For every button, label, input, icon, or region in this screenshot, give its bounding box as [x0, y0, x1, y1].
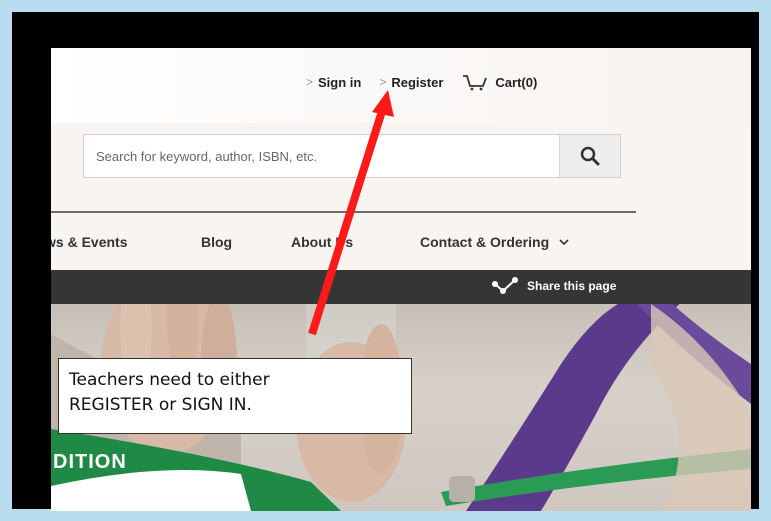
account-links: > Sign in > Register Cart(0): [306, 73, 555, 91]
search-box: [83, 134, 621, 178]
chevron-right-icon: >: [379, 75, 387, 89]
register-label: Register: [391, 74, 444, 90]
nav-item-contact-ordering[interactable]: Contact & Ordering: [420, 234, 570, 250]
register-link[interactable]: > Register: [379, 75, 443, 90]
sign-in-link[interactable]: > Sign in: [306, 75, 361, 90]
share-icon: [492, 277, 518, 294]
screenshot-frame: > Sign in > Register Cart(0) Search for …: [12, 12, 759, 511]
top-bar: > Sign in > Register Cart(0): [51, 48, 751, 123]
annotation-line-2: REGISTER or SIGN IN.: [69, 395, 252, 415]
sign-in-label: Sign in: [318, 74, 362, 90]
nav-item-blog[interactable]: Blog: [201, 234, 232, 250]
chevron-right-icon: >: [306, 75, 314, 89]
nav-item-news-events[interactable]: ws & Events: [51, 234, 127, 250]
nav-item-contact-ordering-label: Contact & Ordering: [420, 234, 550, 250]
cart-link[interactable]: Cart(0): [461, 73, 537, 91]
search-input[interactable]: [84, 135, 562, 177]
annotation-line-1: Teachers need to either: [69, 370, 270, 390]
main-nav: ws & Events Blog About Us Contact & Orde…: [51, 232, 751, 256]
search-button[interactable]: [559, 135, 620, 177]
share-label: Share this page: [527, 279, 617, 293]
cart-label: Cart(0): [495, 74, 538, 90]
share-bar: Share this page: [51, 270, 751, 304]
website-screen: > Sign in > Register Cart(0) Search for …: [51, 48, 751, 511]
header-divider: [51, 211, 636, 213]
chevron-down-icon: [559, 239, 569, 246]
annotation-callout: Teachers need to either REGISTER or SIGN…: [58, 358, 412, 434]
search-icon: [580, 146, 600, 166]
cart-icon: [463, 75, 488, 91]
nav-item-about-us[interactable]: About Us: [291, 234, 353, 250]
share-this-page-link[interactable]: Share this page: [491, 276, 616, 296]
hero-edition-text: DITION: [53, 451, 127, 473]
